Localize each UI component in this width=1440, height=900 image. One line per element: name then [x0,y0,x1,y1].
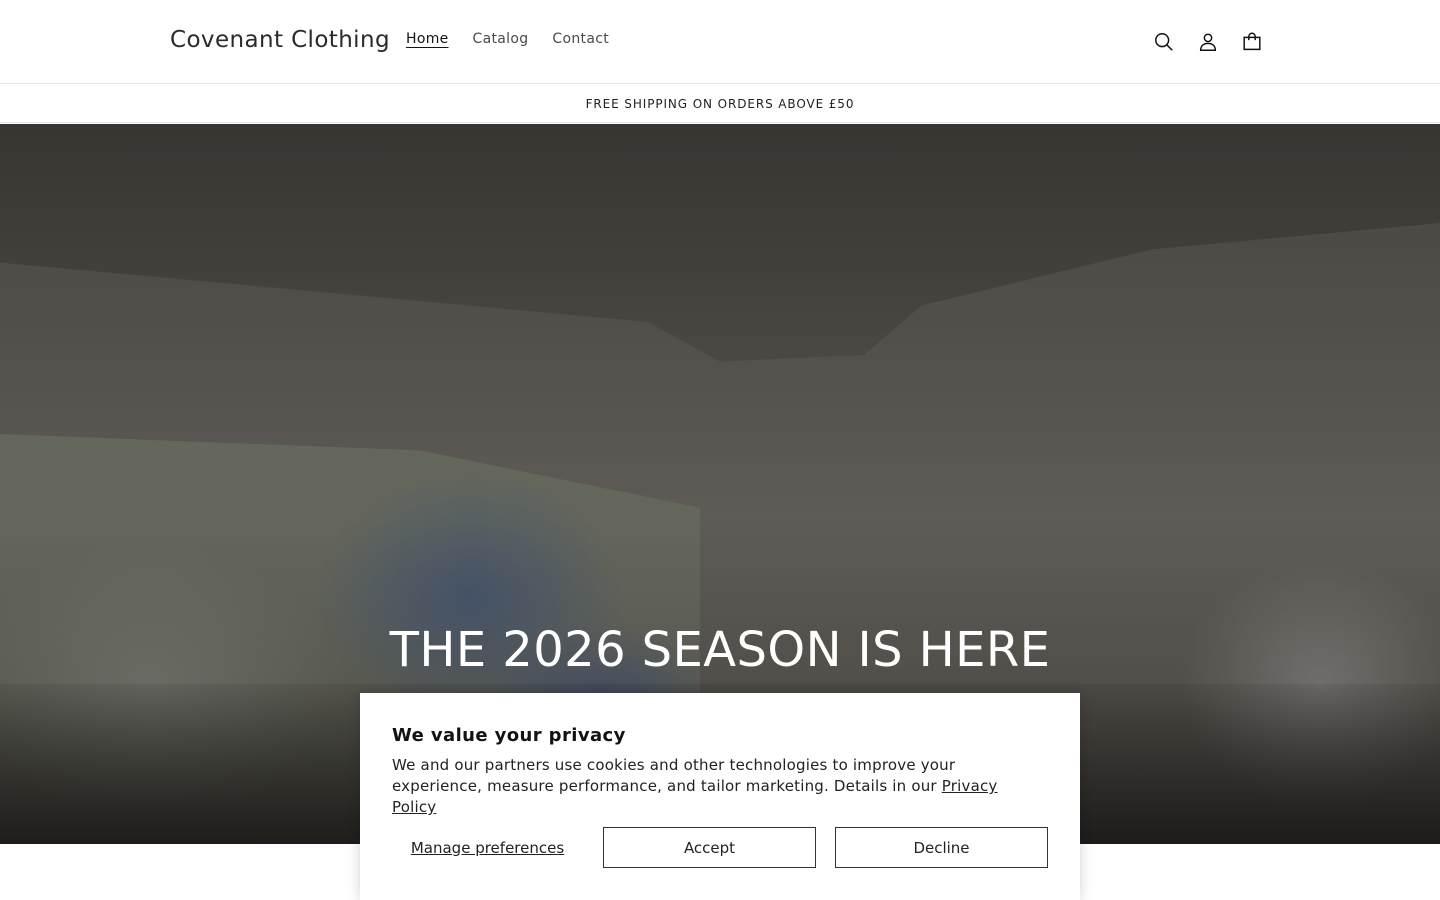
main-nav: Home Catalog Contact [394,31,621,47]
cookie-title: We value your privacy [392,725,626,746]
account-button[interactable] [1186,20,1230,64]
search-icon [1155,33,1173,51]
announcement-text: FREE SHIPPING ON ORDERS ABOVE £50 [585,96,855,111]
store-logo[interactable]: Covenant Clothing [170,27,390,53]
cookie-body: We and our partners use cookies and othe… [392,755,1042,818]
announcement-bar: FREE SHIPPING ON ORDERS ABOVE £50 [0,85,1440,123]
account-icon [1199,33,1217,51]
cookie-banner: We value your privacy We and our partner… [360,693,1080,900]
manage-preferences-button[interactable]: Manage preferences [392,827,583,868]
nav-link-home[interactable]: Home [394,31,461,47]
cart-button[interactable] [1230,20,1274,64]
header-icons [1142,20,1274,64]
cart-icon [1243,32,1261,51]
decline-button[interactable]: Decline [835,827,1048,868]
hero-title: THE 2026 SEASON IS HERE [389,622,1051,678]
nav-link-catalog[interactable]: Catalog [461,31,541,47]
search-button[interactable] [1142,20,1186,64]
cookie-actions: Manage preferences Accept Decline [392,827,1048,868]
nav-link-contact[interactable]: Contact [540,31,621,47]
accept-button[interactable]: Accept [603,827,816,868]
site-header: Covenant Clothing Home Catalog Contact [0,0,1440,84]
cookie-body-text: We and our partners use cookies and othe… [392,756,956,795]
